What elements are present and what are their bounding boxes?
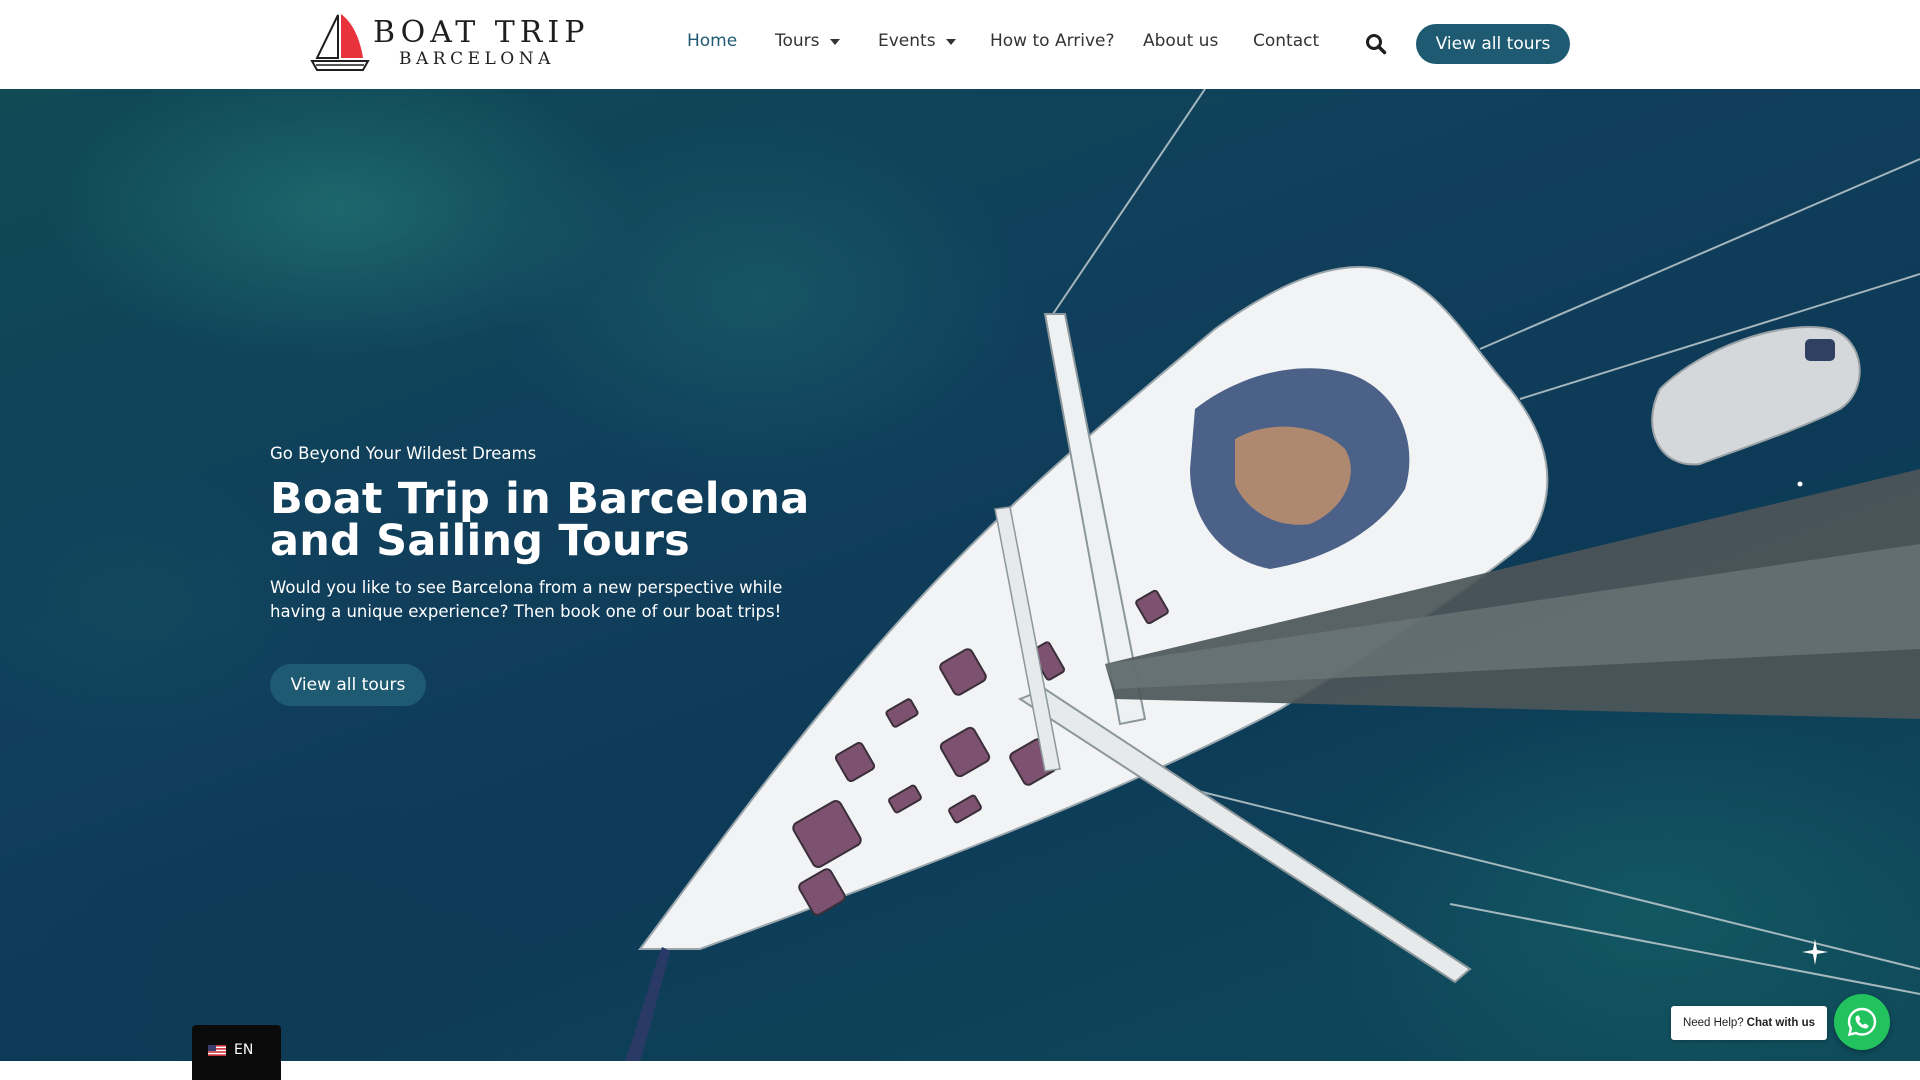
hero-section: Go Beyond Your Wildest Dreams Boat Trip … bbox=[0, 89, 1920, 1061]
nav-tours[interactable]: Tours bbox=[775, 31, 840, 51]
chat-prefix: Need Help? bbox=[1682, 1017, 1744, 1029]
nav-contact[interactable]: Contact bbox=[1253, 31, 1319, 51]
nav-how-to-arrive-label: How to Arrive? bbox=[990, 31, 1115, 51]
hero-description: Would you like to see Barcelona from a n… bbox=[270, 578, 783, 621]
whatsapp-chat-button[interactable] bbox=[1834, 994, 1890, 1050]
nav-events-label: Events bbox=[878, 31, 936, 51]
whatsapp-icon bbox=[1847, 1007, 1877, 1037]
nav-tours-label: Tours bbox=[775, 31, 820, 51]
nav-events[interactable]: Events bbox=[878, 31, 956, 51]
logo-subtitle: BARCELONA bbox=[399, 49, 555, 69]
language-switcher[interactable]: EN bbox=[192, 1025, 281, 1080]
site-header: BOAT TRIP BARCELONA Home Tours Events Ho… bbox=[0, 0, 1920, 89]
us-flag-icon bbox=[208, 1045, 226, 1056]
header-view-all-tours-button[interactable]: View all tours bbox=[1416, 24, 1570, 64]
nav-about-us[interactable]: About us bbox=[1143, 31, 1218, 51]
nav-contact-label: Contact bbox=[1253, 31, 1320, 51]
language-code: EN bbox=[234, 1042, 254, 1058]
chat-action: Chat with us bbox=[1746, 1017, 1816, 1029]
search-icon[interactable] bbox=[1365, 33, 1387, 55]
nav-how-to-arrive[interactable]: How to Arrive? bbox=[990, 31, 1115, 51]
nav-home[interactable]: Home bbox=[687, 31, 737, 51]
hero-text: Go Beyond Your Wildest Dreams Boat Trip … bbox=[270, 443, 870, 624]
hero-title: Boat Trip in Barcelona and Sailing Tours bbox=[270, 474, 810, 566]
hero-tagline: Go Beyond Your Wildest Dreams bbox=[270, 444, 537, 463]
sailboat-logo-icon bbox=[310, 14, 370, 71]
caret-down-icon bbox=[945, 39, 956, 45]
hero-view-all-tours-button[interactable]: View all tours bbox=[270, 664, 426, 706]
nav-about-us-label: About us bbox=[1143, 31, 1219, 51]
caret-down-icon bbox=[829, 39, 840, 45]
nav-home-label: Home bbox=[687, 31, 738, 51]
logo-title: BOAT TRIP bbox=[373, 15, 590, 50]
chat-help-label[interactable]: Need Help? Chat with us bbox=[1671, 1006, 1827, 1040]
logo[interactable]: BOAT TRIP BARCELONA bbox=[308, 12, 584, 74]
